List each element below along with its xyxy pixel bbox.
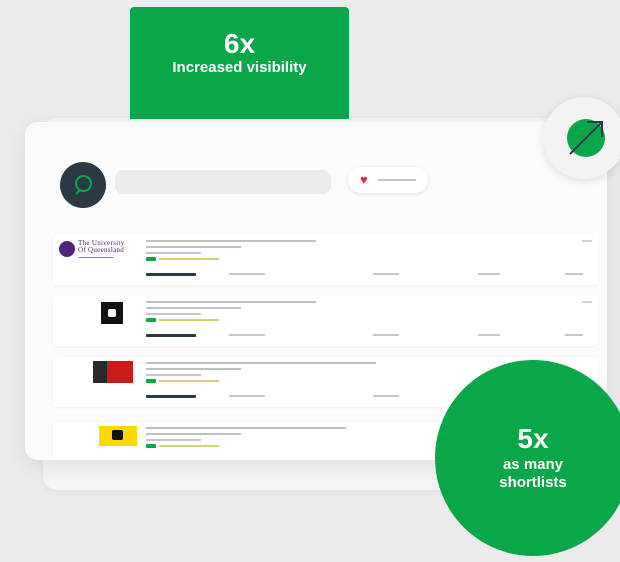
shortlists-stat-badge: 5x as many shortlists bbox=[435, 360, 620, 556]
visibility-label: Increased visibility bbox=[172, 59, 307, 76]
university-logo bbox=[59, 300, 129, 324]
tag-badge bbox=[146, 444, 156, 448]
shortlists-label: as many shortlists bbox=[499, 456, 567, 491]
favourites-button[interactable]: ♥ bbox=[348, 167, 428, 193]
university-logo bbox=[59, 426, 137, 450]
listing-row[interactable]: The University Of Queensland bbox=[53, 235, 598, 285]
search-input[interactable] bbox=[115, 170, 331, 194]
university-logo bbox=[59, 361, 133, 385]
view-button[interactable] bbox=[146, 273, 196, 276]
search-button[interactable] bbox=[60, 162, 106, 208]
visibility-stat-badge: 6x Increased visibility bbox=[130, 7, 349, 119]
tag-badge bbox=[146, 379, 156, 383]
visibility-value: 6x bbox=[223, 28, 256, 59]
view-button[interactable] bbox=[146, 395, 196, 398]
tag-badge bbox=[146, 257, 156, 261]
shortlists-value: 5x bbox=[517, 423, 549, 454]
crest-icon bbox=[59, 241, 75, 257]
university-logo: The University Of Queensland bbox=[59, 239, 129, 263]
view-button[interactable] bbox=[146, 334, 196, 337]
listing-row[interactable] bbox=[53, 296, 598, 346]
heart-icon: ♥ bbox=[360, 172, 368, 187]
tag-badge bbox=[146, 318, 156, 322]
trend-ring bbox=[543, 97, 620, 179]
arrow-up-right-icon bbox=[569, 121, 603, 155]
